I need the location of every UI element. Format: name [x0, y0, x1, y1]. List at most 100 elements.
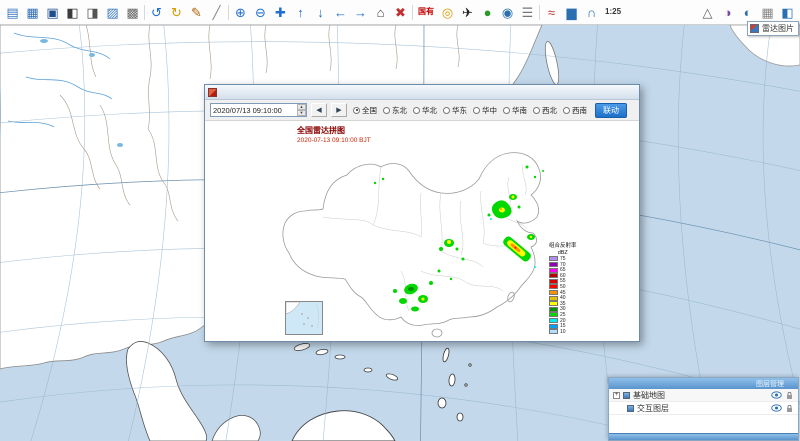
legend-color-swatch — [549, 268, 558, 273]
region-radio[interactable]: 全国 — [353, 105, 377, 116]
toolbar-icon-glyph: 国有 — [418, 8, 434, 16]
profile-chart-icon[interactable]: ∩ — [582, 3, 601, 22]
redo-icon[interactable]: ↻ — [167, 3, 186, 22]
toolbar-icon-glyph: ● — [484, 6, 492, 19]
timer-icon[interactable]: ◎ — [438, 3, 457, 22]
region-radio[interactable]: 东北 — [383, 105, 407, 116]
radio-icon — [443, 107, 450, 114]
region-radio[interactable]: 西南 — [563, 105, 587, 116]
data-table-icon[interactable]: ▦ — [23, 3, 42, 22]
lock-icon[interactable] — [785, 391, 794, 400]
toolbar-icon-glyph: ∩ — [587, 6, 596, 19]
visibility-eye-icon[interactable] — [771, 391, 782, 399]
arrow-up-icon[interactable]: ↑ — [291, 3, 310, 22]
region-radio-group: 全国 东北 华北 华东 华中 — [353, 105, 587, 116]
save-icon[interactable]: ▣ — [43, 3, 62, 22]
radar-scan-icon[interactable]: ◑ — [718, 3, 737, 22]
spinner-down-button[interactable]: ▼ — [297, 110, 306, 116]
datetime-input[interactable] — [211, 104, 297, 116]
radar-map-area: 全国雷达拼图 2020-07-13 09:10:00 BJT 组合反射率 dBZ… — [205, 121, 639, 341]
layer-row[interactable]: + 交互图层 — [609, 402, 798, 415]
toolbar-icon-glyph: ▩ — [126, 6, 138, 19]
legend-title: 组合反射率 — [549, 243, 577, 250]
toolbar-gap — [625, 3, 697, 22]
region-label: 全国 — [362, 105, 377, 116]
layers-panel-header[interactable]: 图层管理 — [609, 378, 798, 389]
region-radio[interactable]: 华南 — [503, 105, 527, 116]
toolbar-icon-glyph: ↓ — [317, 6, 324, 19]
toolbar-icon-glyph: ◐ — [744, 6, 752, 19]
linkage-button[interactable]: 联动 — [595, 103, 627, 118]
region-label: 华东 — [452, 105, 467, 116]
toolbar-icon-glyph: ▣ — [46, 6, 58, 19]
docked-panel-header[interactable] — [609, 433, 798, 440]
zoom-in-icon[interactable]: ⊕ — [231, 3, 250, 22]
layer-row[interactable]: + 基础地图 — [609, 389, 798, 402]
prev-frame-button[interactable]: ◀ — [311, 103, 327, 117]
visibility-icon[interactable]: ◉ — [498, 3, 517, 22]
grid-icon[interactable]: ▦ — [758, 3, 777, 22]
scale-label[interactable]: 1:25 — [602, 3, 624, 22]
toolbar-icon-glyph: ▦ — [26, 6, 38, 19]
toolbar-icon-glyph: ◧ — [781, 6, 793, 19]
dialog-titlebar[interactable] — [205, 85, 639, 100]
image-export-icon[interactable]: ▨ — [103, 3, 122, 22]
region-radio[interactable]: 华东 — [443, 105, 467, 116]
measure-icon[interactable]: ╱ — [207, 3, 226, 22]
next-frame-button[interactable]: ▶ — [331, 103, 347, 117]
radar-image-chip[interactable]: 雷达图片 — [747, 21, 799, 36]
toolbar-icon-glyph: ↻ — [171, 6, 182, 19]
layer-row-actions — [771, 404, 794, 413]
expander-icon[interactable]: + — [613, 392, 620, 399]
toolbar-icon-glyph: → — [354, 6, 367, 19]
screen-icon[interactable]: ◧ — [778, 3, 797, 22]
satellite-icon[interactable]: △ — [698, 3, 717, 22]
toolbar-icon-glyph: ✖ — [395, 6, 406, 19]
visibility-eye-icon[interactable] — [771, 404, 782, 412]
monitor-icon[interactable]: ◧ — [63, 3, 82, 22]
toolbar-icon-glyph: ◧ — [66, 6, 78, 19]
open-map-icon[interactable]: ▤ — [3, 3, 22, 22]
datetime-picker: ▲ ▼ — [210, 103, 307, 117]
region-radio[interactable]: 西北 — [533, 105, 557, 116]
line-chart-icon[interactable]: ≈ — [542, 3, 561, 22]
radio-icon — [533, 107, 540, 114]
layer-icon — [623, 392, 630, 399]
toolbar-icon-glyph: ⊕ — [235, 6, 246, 19]
region-label: 西北 — [542, 105, 557, 116]
radio-icon — [473, 107, 480, 114]
chart-window-icon[interactable]: ◨ — [83, 3, 102, 22]
layers-icon[interactable]: ☰ — [518, 3, 537, 22]
zoom-out-icon[interactable]: ⊖ — [251, 3, 270, 22]
toolbar-icon-glyph: ← — [334, 6, 347, 19]
radio-icon — [563, 107, 570, 114]
arrow-left-icon[interactable]: ← — [331, 3, 350, 22]
toolbar-icon-glyph: ✎ — [191, 6, 202, 19]
printer-icon[interactable]: ▩ — [123, 3, 142, 22]
green-globe-icon[interactable]: ● — [478, 3, 497, 22]
legend-row: 10 — [549, 329, 577, 335]
region-radio[interactable]: 华北 — [413, 105, 437, 116]
flight-icon[interactable]: ✈ — [458, 3, 477, 22]
delete-icon[interactable]: ✖ — [391, 3, 410, 22]
lock-icon[interactable] — [785, 404, 794, 413]
layer-row-actions — [771, 391, 794, 400]
arrow-right-icon[interactable]: → — [351, 3, 370, 22]
globe-icon[interactable]: ◐ — [738, 3, 757, 22]
toolbar-icon-glyph: 1:25 — [605, 8, 621, 16]
toolbar-separator — [143, 4, 146, 21]
region-radio[interactable]: 华中 — [473, 105, 497, 116]
bar-chart-icon[interactable]: ▆ — [562, 3, 581, 22]
boundary-label-button[interactable]: 国有 — [415, 3, 437, 22]
toolbar-icon-glyph: ↑ — [297, 6, 304, 19]
radio-icon — [413, 107, 420, 114]
legend-color-swatch — [549, 312, 558, 317]
edit-icon[interactable]: ✎ — [187, 3, 206, 22]
full-extent-icon[interactable]: ⌂ — [371, 3, 390, 22]
region-label: 华中 — [482, 105, 497, 116]
dialog-app-icon — [208, 88, 217, 97]
map-subtitle: 2020-07-13 09:10:00 BJT — [297, 137, 371, 144]
undo-icon[interactable]: ↺ — [147, 3, 166, 22]
arrow-down-icon[interactable]: ↓ — [311, 3, 330, 22]
pan-icon[interactable]: ✚ — [271, 3, 290, 22]
